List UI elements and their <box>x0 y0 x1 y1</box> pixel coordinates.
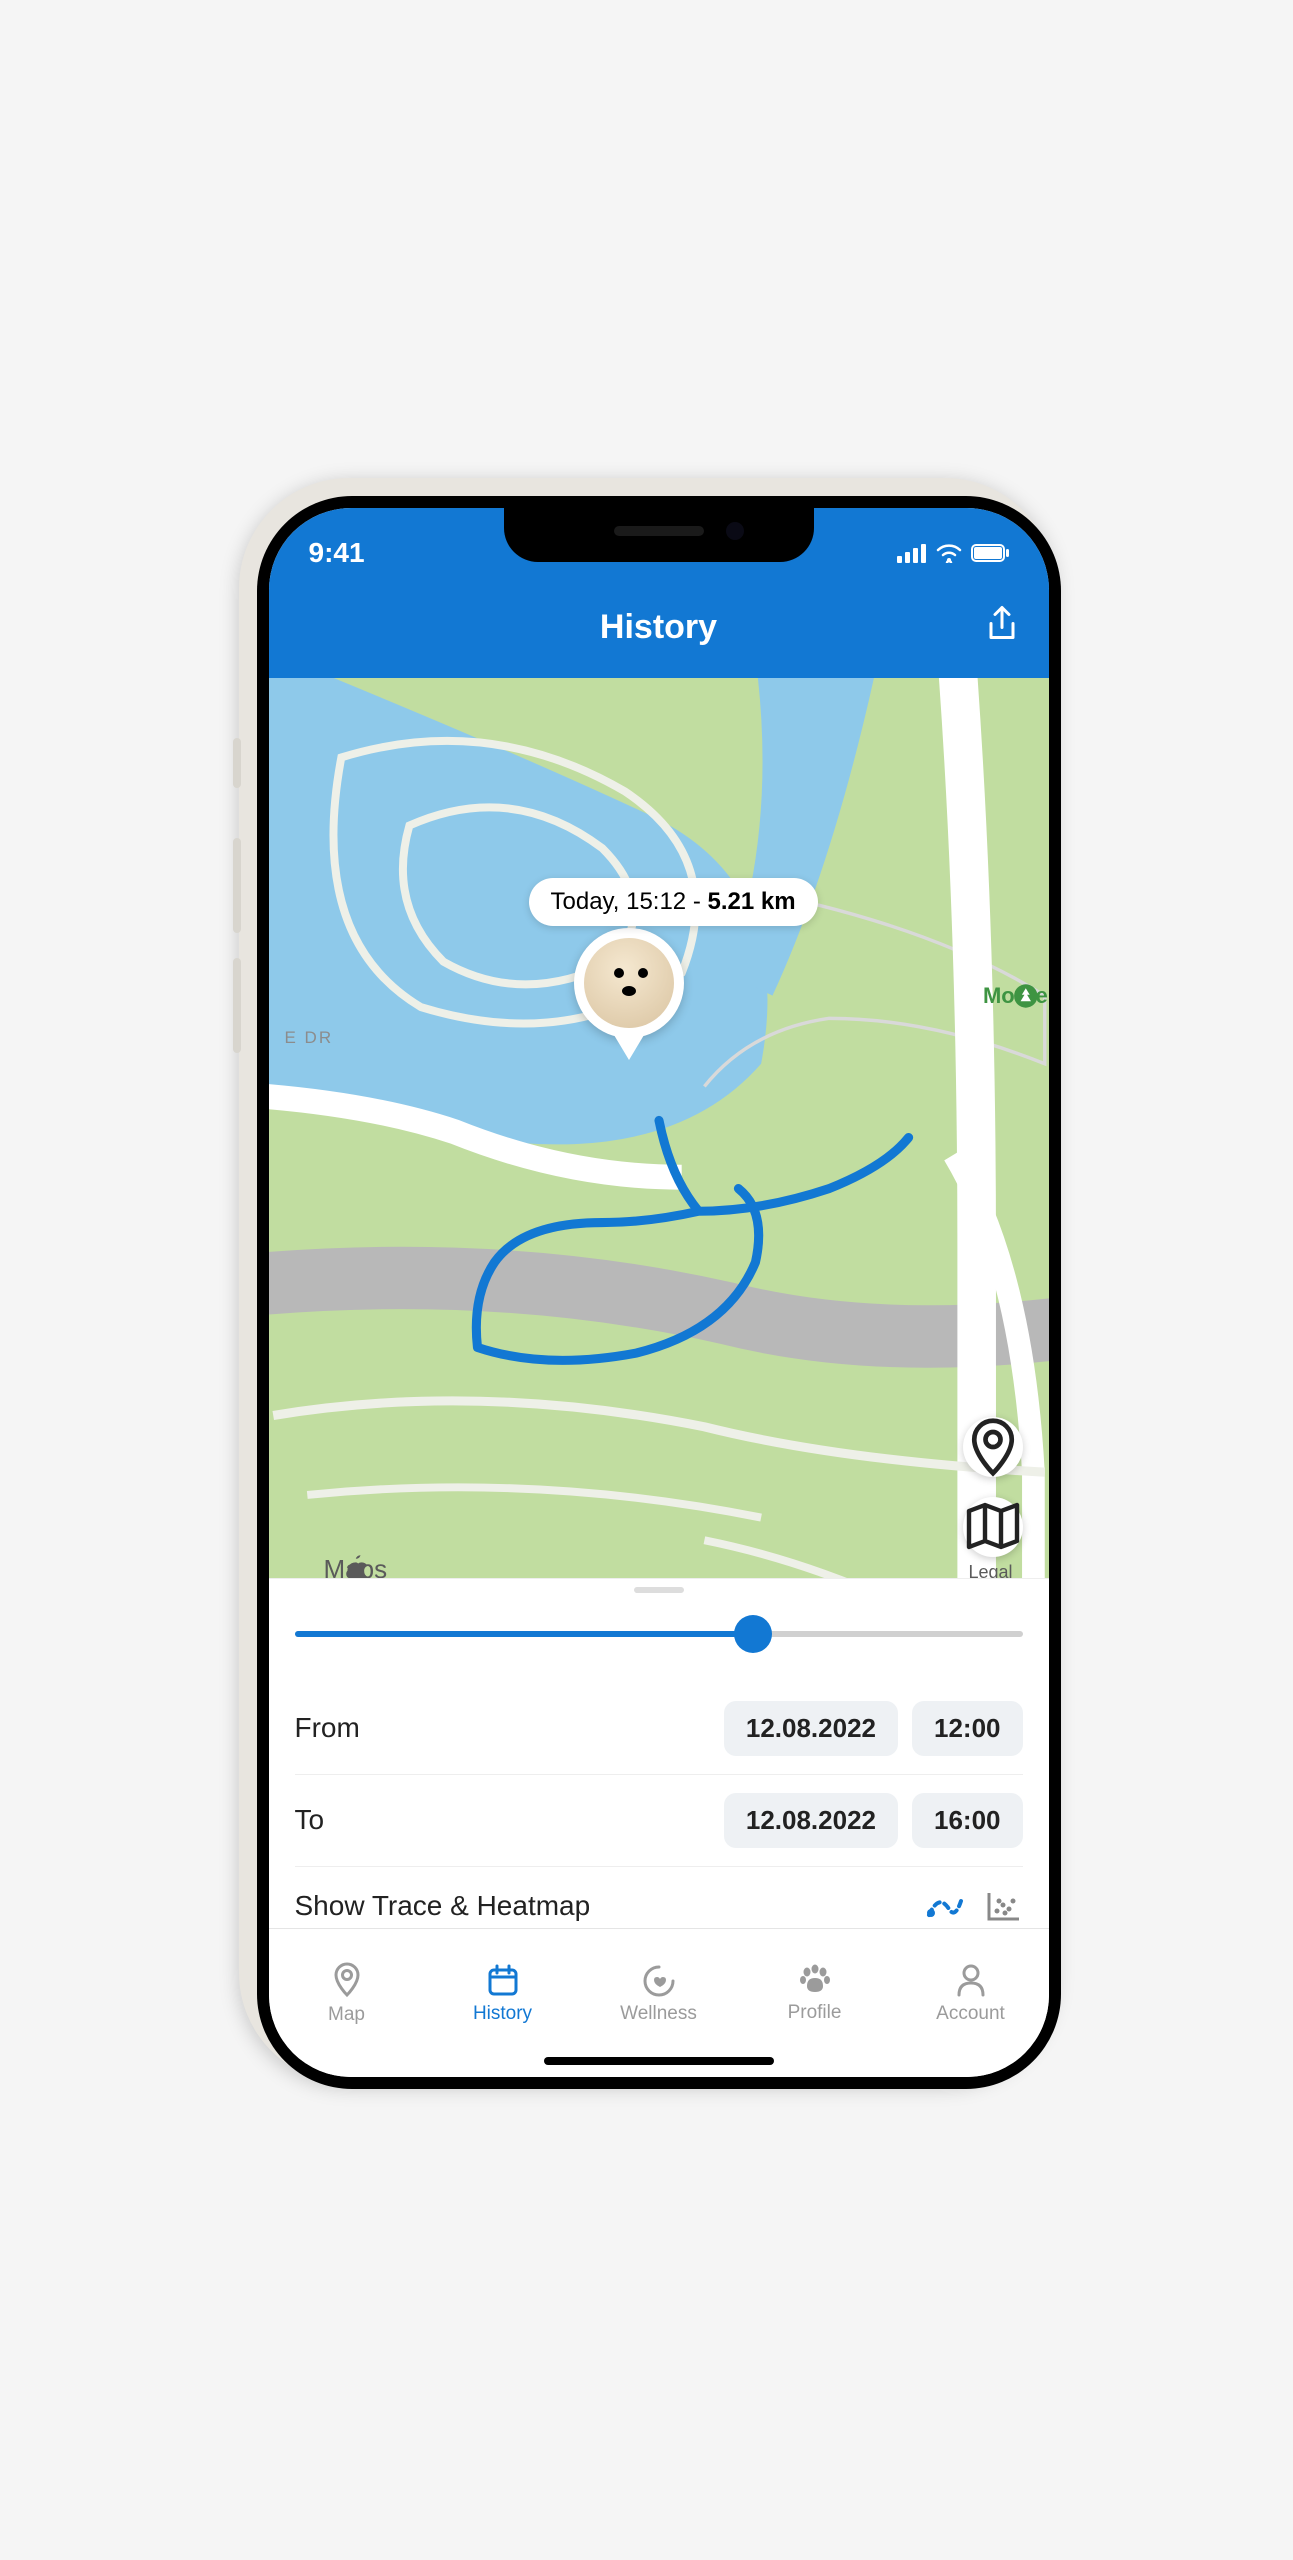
callout-prefix: Today, 15:12 - <box>551 888 708 915</box>
tab-account[interactable]: Account <box>893 1929 1049 2059</box>
map-callout[interactable]: Today, 15:12 - 5.21 km <box>529 878 818 926</box>
tab-label: Profile <box>788 2002 842 2024</box>
pet-location-pin[interactable] <box>574 928 684 1038</box>
signal-icon <box>897 543 927 563</box>
trace-label: Show Trace & Heatmap <box>295 1890 905 1922</box>
paw-icon <box>797 1964 833 1996</box>
map-view[interactable]: Today, 15:12 - 5.21 km Mothers E DR Maps <box>269 678 1049 1597</box>
tab-label: Wellness <box>620 2003 697 2025</box>
share-button[interactable] <box>985 605 1019 650</box>
pin-icon <box>331 1962 363 1998</box>
bottom-panel: From 12.08.2022 12:00 To 12.08.2022 16:0… <box>269 1578 1049 1947</box>
tree-icon <box>983 983 1049 1009</box>
pin-icon <box>963 1417 1023 1477</box>
from-label: From <box>295 1712 710 1744</box>
layers-button[interactable] <box>963 1497 1023 1557</box>
tab-map[interactable]: Map <box>269 1929 425 2059</box>
street-label: E DR <box>285 1028 334 1048</box>
map-poi: Mothers <box>983 983 1049 1009</box>
wifi-icon <box>935 543 963 563</box>
trace-icon <box>925 1889 965 1923</box>
from-time-chip[interactable]: 12:00 <box>912 1701 1023 1756</box>
from-date-chip[interactable]: 12.08.2022 <box>724 1701 898 1756</box>
status-time: 9:41 <box>309 537 365 569</box>
share-icon <box>985 605 1019 645</box>
tab-label: Account <box>936 2003 1005 2025</box>
heatmap-icon <box>985 1889 1023 1923</box>
page-title: History <box>600 608 717 647</box>
time-slider[interactable] <box>295 1621 1023 1647</box>
header: History <box>269 578 1049 678</box>
from-row: From 12.08.2022 12:00 <box>295 1683 1023 1775</box>
calendar-icon <box>486 1963 520 1997</box>
panel-handle[interactable] <box>634 1587 684 1593</box>
to-row: To 12.08.2022 16:00 <box>295 1775 1023 1867</box>
tab-wellness[interactable]: Wellness <box>581 1929 737 2059</box>
map-icon <box>963 1497 1023 1557</box>
tab-history[interactable]: History <box>425 1929 581 2059</box>
tab-bar: Map History Wellness Profile Account <box>269 1928 1049 2077</box>
person-icon <box>955 1963 987 1997</box>
home-indicator[interactable] <box>544 2057 774 2065</box>
tab-label: Map <box>328 2004 365 2026</box>
locate-button[interactable] <box>963 1417 1023 1477</box>
to-date-chip[interactable]: 12.08.2022 <box>724 1793 898 1848</box>
notch <box>504 508 814 562</box>
map-canvas <box>269 678 1049 1597</box>
to-label: To <box>295 1804 710 1836</box>
activity-icon <box>641 1963 677 1997</box>
tab-profile[interactable]: Profile <box>737 1929 893 2059</box>
tab-label: History <box>473 2003 532 2025</box>
battery-icon <box>971 544 1009 562</box>
app-screen: 9:41 History <box>269 508 1049 2077</box>
callout-distance: 5.21 km <box>707 888 795 915</box>
to-time-chip[interactable]: 16:00 <box>912 1793 1023 1848</box>
pet-avatar <box>584 938 674 1028</box>
